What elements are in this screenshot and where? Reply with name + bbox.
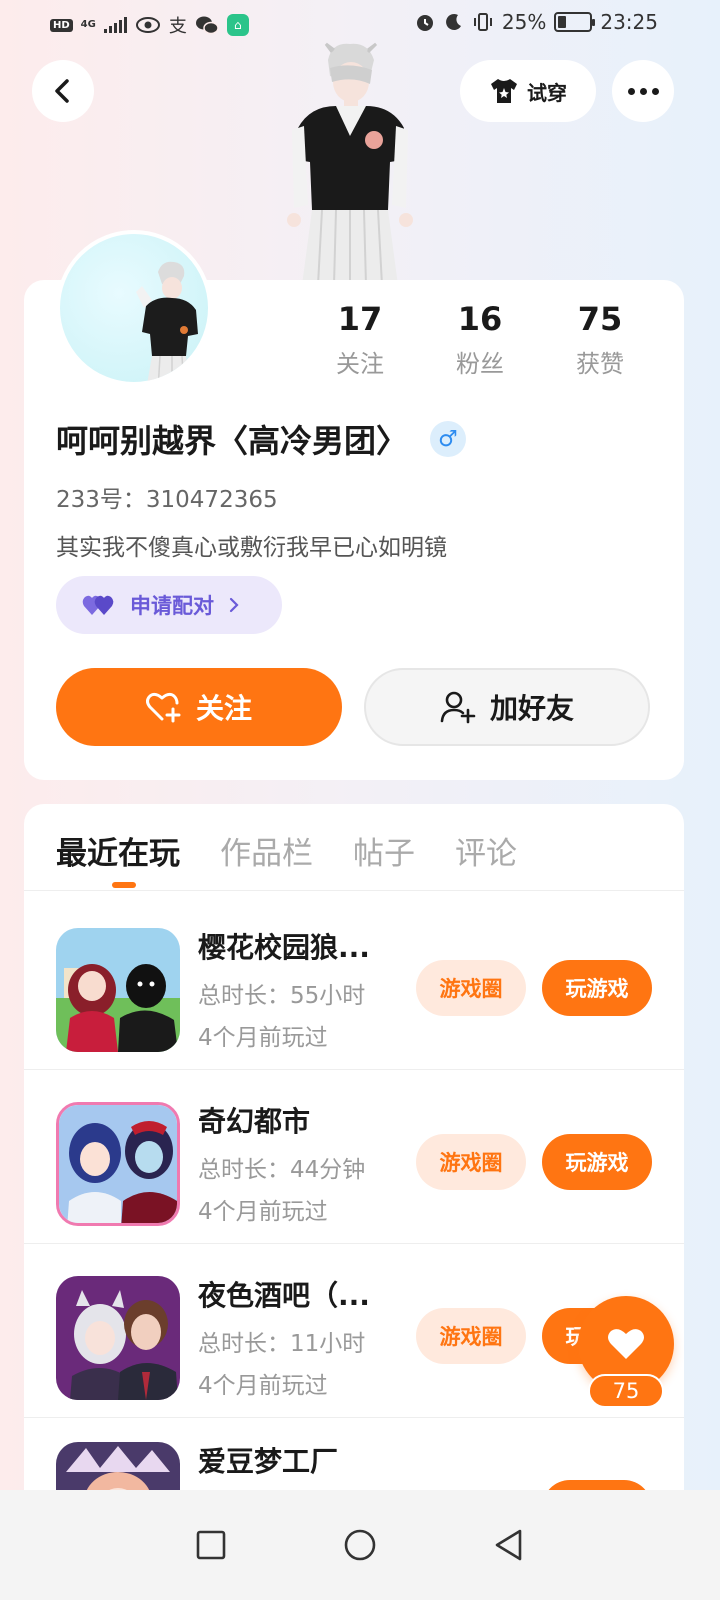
male-gender-icon: ♂ bbox=[430, 421, 467, 457]
clock: 23:25 bbox=[600, 10, 658, 34]
more-options-button[interactable] bbox=[612, 60, 674, 122]
wechat-icon bbox=[195, 16, 219, 35]
play-game-button[interactable]: 玩游戏 bbox=[542, 1134, 652, 1190]
battery-percent: 25% bbox=[501, 10, 547, 34]
game-title: 樱花校园狼... bbox=[198, 931, 370, 964]
more-dot-icon bbox=[651, 87, 659, 95]
battery-icon bbox=[554, 12, 596, 32]
game-last-played: 4个月前玩过 bbox=[198, 1199, 328, 1225]
status-right: 25% 23:25 bbox=[414, 10, 658, 34]
user-id[interactable]: 233号：310472365 bbox=[56, 480, 278, 514]
avatar[interactable] bbox=[56, 230, 212, 386]
more-dot-icon bbox=[627, 87, 635, 95]
add-friend-label: 加好友 bbox=[489, 692, 574, 725]
game-row[interactable]: 奇幻都市 总时长：44分钟 4个月前玩过 游戏圈 玩游戏 bbox=[24, 1070, 684, 1244]
recent-apps-icon[interactable] bbox=[195, 1529, 227, 1561]
game-icon bbox=[56, 928, 180, 1052]
navigation-bar bbox=[0, 1490, 720, 1600]
chevron-left-icon bbox=[55, 79, 69, 103]
play-game-button[interactable]: 玩游戏 bbox=[542, 960, 652, 1016]
tab-posts[interactable]: 帖子 bbox=[353, 828, 415, 873]
heart-plus-icon bbox=[145, 692, 181, 723]
active-tab-indicator bbox=[112, 882, 136, 888]
game-row[interactable]: 樱花校园狼... 总时长：55小时 4个月前玩过 游戏圈 玩游戏 bbox=[24, 896, 684, 1070]
username-row: 呵呵别越界〈高冷男团〉 ♂ bbox=[56, 416, 467, 462]
heart-icon bbox=[608, 1329, 644, 1359]
hd-indicator: HD bbox=[50, 18, 73, 32]
back-nav-icon[interactable] bbox=[493, 1528, 525, 1562]
stats-row: 17 关注 16 粉丝 75 获赞 bbox=[300, 300, 660, 379]
stat-likes[interactable]: 75 获赞 bbox=[540, 300, 660, 379]
shirt-icon bbox=[491, 79, 517, 103]
stat-label: 关注 bbox=[336, 350, 384, 378]
game-circle-button[interactable]: 游戏圈 bbox=[416, 960, 526, 1016]
avatar-figure bbox=[287, 42, 413, 285]
chevron-right-icon bbox=[229, 597, 239, 613]
tab-comments[interactable]: 评论 bbox=[455, 828, 517, 873]
game-circle-button[interactable]: 游戏圈 bbox=[416, 1134, 526, 1190]
game-duration: 总时长：44分钟 bbox=[198, 1157, 366, 1183]
follow-label: 关注 bbox=[195, 692, 252, 725]
more-dot-icon bbox=[639, 87, 647, 95]
request-pair-label: 申请配对 bbox=[130, 594, 214, 618]
game-icon bbox=[56, 1276, 180, 1400]
stat-label: 获赞 bbox=[576, 350, 624, 378]
game-title: 夜色酒吧（... bbox=[198, 1279, 370, 1312]
tab-bar: 最近在玩 作品栏 帖子 评论 bbox=[56, 828, 517, 873]
eye-icon bbox=[135, 17, 160, 33]
username: 呵呵别越界〈高冷男团〉 bbox=[56, 422, 409, 460]
stat-followers[interactable]: 16 粉丝 bbox=[420, 300, 540, 379]
request-pair-button[interactable]: 申请配对 bbox=[56, 576, 282, 634]
home-icon[interactable] bbox=[343, 1528, 377, 1562]
content-card: 最近在玩 作品栏 帖子 评论 樱花校园狼... 总时长：55小时 4个月前玩过 … bbox=[24, 804, 684, 1524]
stat-value: 16 bbox=[457, 300, 503, 338]
alipay-icon: 支 bbox=[168, 16, 187, 37]
game-duration: 总时长：55小时 bbox=[198, 983, 366, 1009]
stat-value: 75 bbox=[577, 300, 623, 338]
vibrate-icon bbox=[473, 13, 492, 31]
bio: 其实我不傻真心或敷衍我早已心如明镜 bbox=[56, 535, 447, 561]
add-friend-button[interactable]: 加好友 bbox=[364, 668, 650, 746]
network-type: 4G bbox=[80, 19, 96, 30]
home-app-icon: ⌂ bbox=[226, 14, 249, 36]
stat-following[interactable]: 17 关注 bbox=[300, 300, 420, 379]
stat-label: 粉丝 bbox=[456, 350, 504, 378]
game-icon bbox=[56, 1102, 180, 1226]
game-circle-button[interactable]: 游戏圈 bbox=[416, 1308, 526, 1364]
divider bbox=[24, 890, 684, 891]
game-last-played: 4个月前玩过 bbox=[198, 1373, 328, 1399]
tab-works[interactable]: 作品栏 bbox=[220, 828, 313, 873]
like-count-badge: 75 bbox=[588, 1374, 664, 1408]
alarm-icon bbox=[416, 15, 433, 31]
game-last-played: 4个月前玩过 bbox=[198, 1025, 328, 1051]
moon-icon bbox=[445, 13, 461, 30]
status-left: HD 4G 支 ⌂ bbox=[50, 12, 249, 38]
double-heart-icon bbox=[82, 595, 114, 615]
tab-recently-played[interactable]: 最近在玩 bbox=[56, 828, 180, 873]
back-button[interactable] bbox=[32, 60, 94, 122]
stat-value: 17 bbox=[337, 300, 383, 338]
battery-level bbox=[558, 16, 567, 28]
try-on-label: 试穿 bbox=[527, 80, 567, 105]
game-title: 奇幻都市 bbox=[198, 1105, 311, 1138]
follow-button[interactable]: 关注 bbox=[56, 668, 342, 746]
try-on-button[interactable]: 试穿 bbox=[460, 60, 596, 122]
signal-icon bbox=[103, 17, 127, 33]
game-duration: 总时长：11小时 bbox=[198, 1331, 366, 1357]
add-user-icon bbox=[440, 691, 476, 724]
game-title: 爱豆梦工厂 bbox=[198, 1445, 339, 1478]
